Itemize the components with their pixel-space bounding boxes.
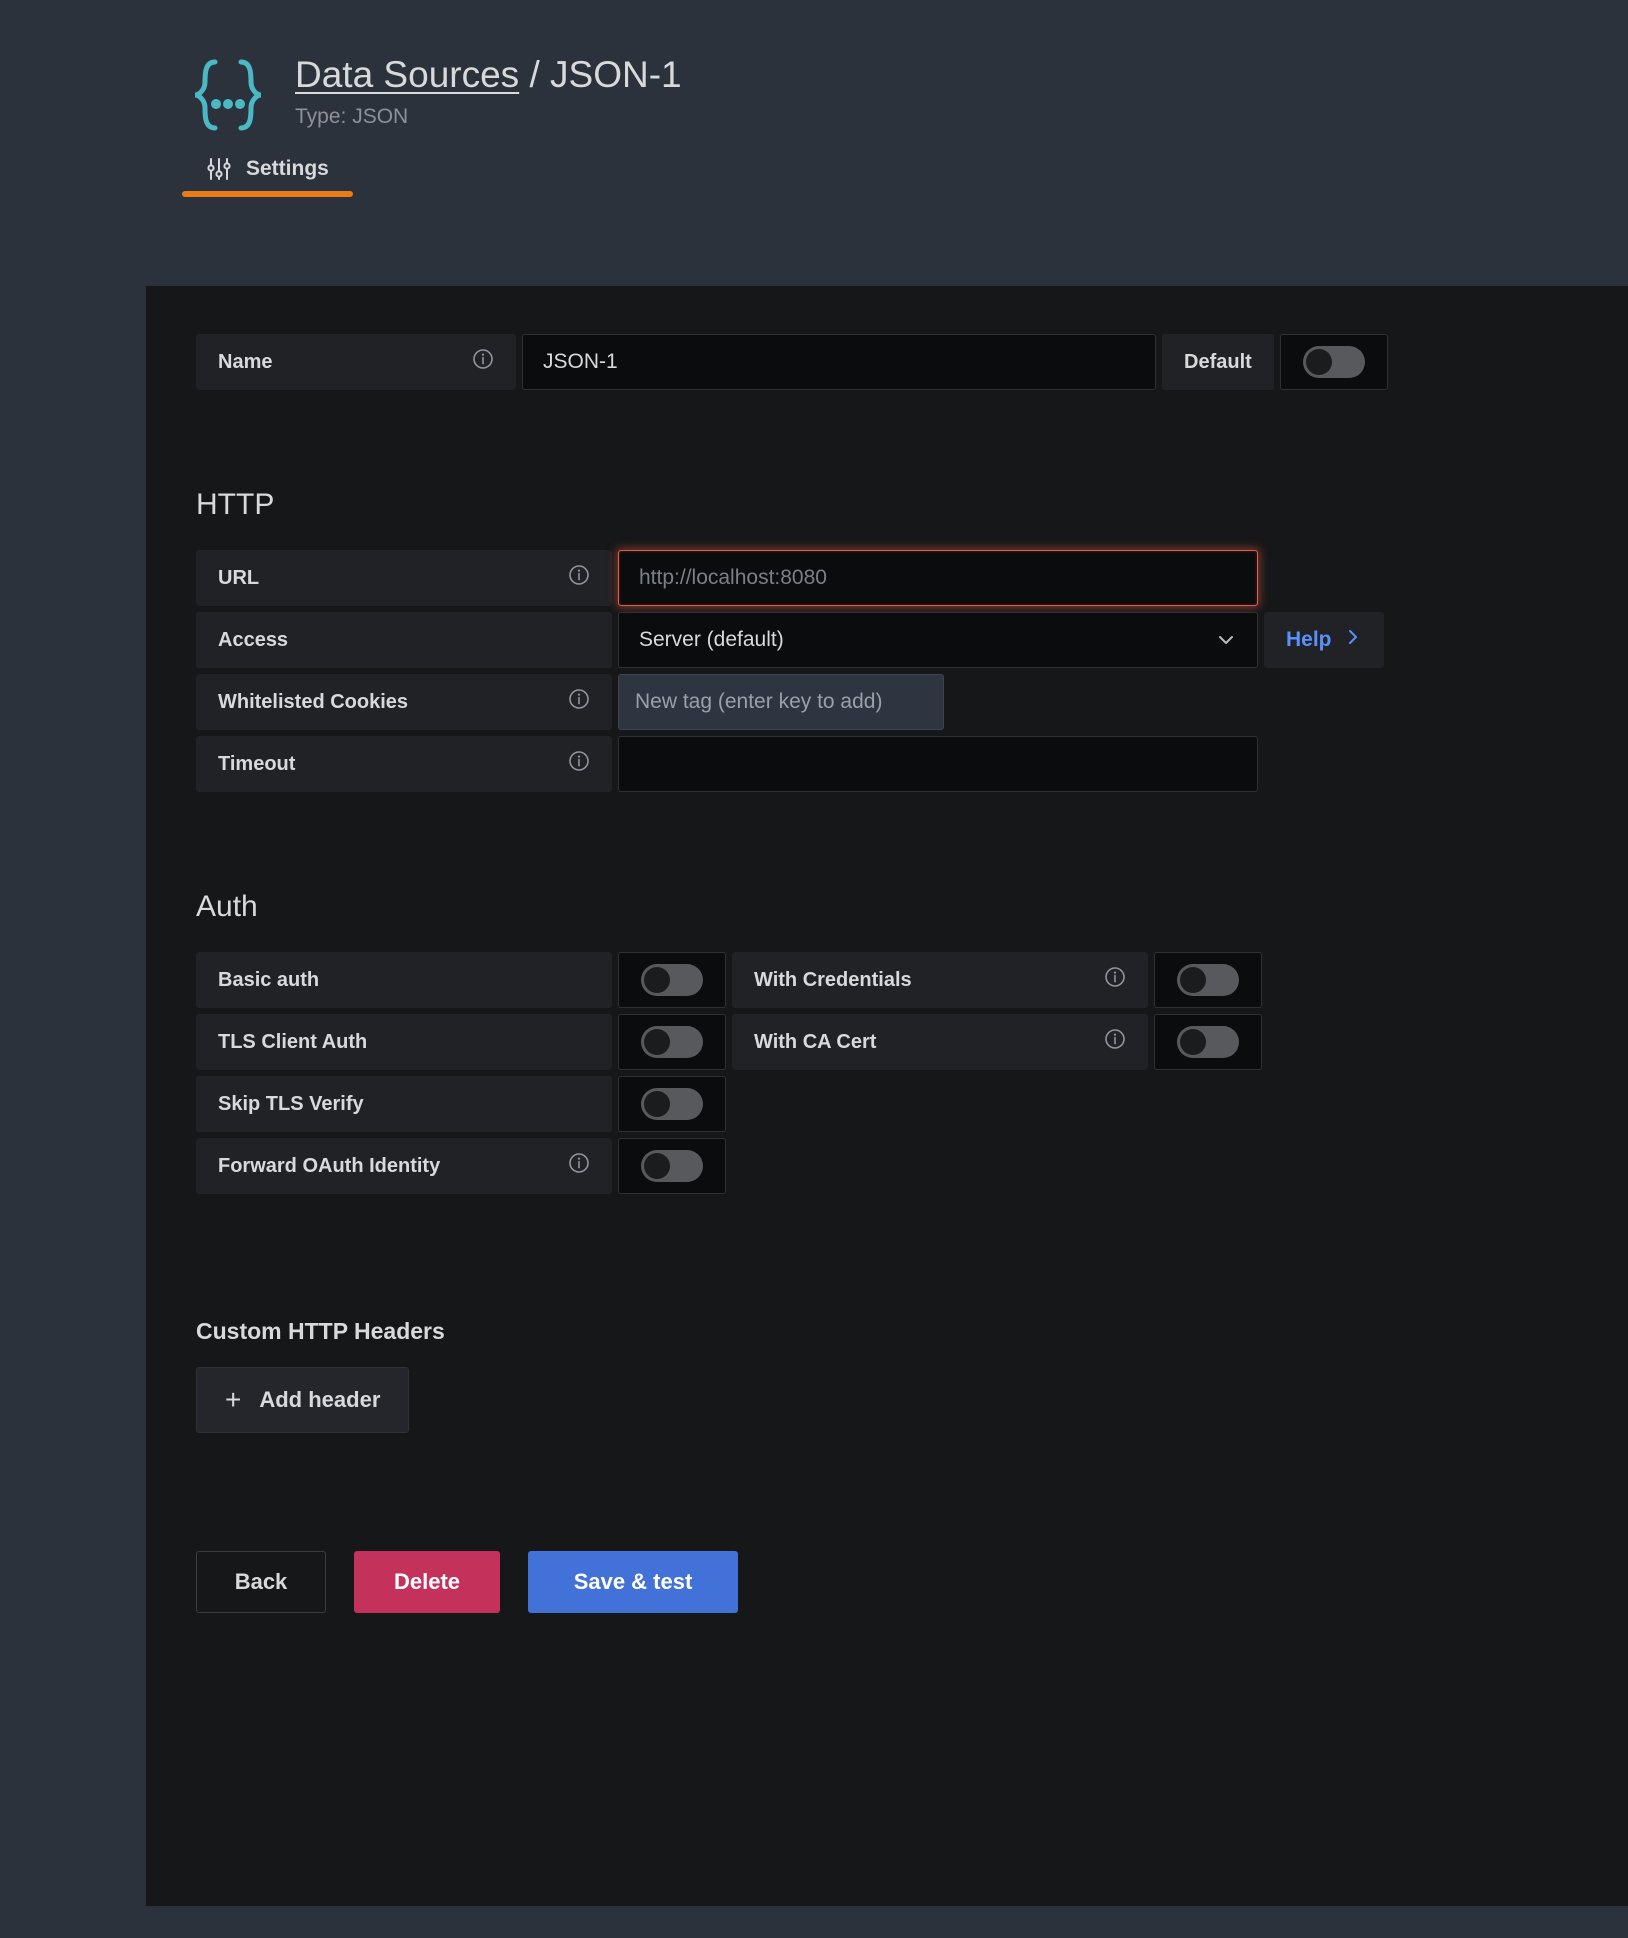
json-braces-icon: [185, 52, 271, 138]
forward-oauth-row: Forward OAuth Identity: [196, 1138, 1628, 1194]
name-label: Name: [196, 334, 516, 390]
form-actions: Back Delete Save & test: [196, 1551, 1628, 1613]
tab-bar: Settings: [0, 140, 1628, 197]
forward-oauth-switch: [641, 1150, 703, 1182]
whitelisted-cookies-tag-input[interactable]: New tag (enter key to add): [618, 674, 944, 730]
with-ca-cert-label: With CA Cert: [732, 1014, 1148, 1070]
with-ca-cert-label-text: With CA Cert: [754, 1030, 877, 1053]
url-label: URL: [196, 550, 612, 606]
default-label: Default: [1162, 334, 1274, 390]
settings-panel: Name JSON-1 Default HTTP URL http://loca…: [146, 286, 1628, 1906]
access-help-label: Help: [1286, 628, 1332, 651]
chevron-down-icon: [1215, 629, 1237, 651]
with-credentials-label: With Credentials: [732, 952, 1148, 1008]
skip-tls-verify-toggle[interactable]: [618, 1076, 726, 1132]
tab-settings[interactable]: Settings: [182, 156, 353, 197]
name-input-value: JSON-1: [543, 350, 618, 373]
datasource-type-subtitle: Type: JSON: [295, 105, 409, 129]
default-switch: [1302, 346, 1365, 378]
breadcrumb-separator: /: [519, 54, 551, 95]
url-input-placeholder: http://localhost:8080: [639, 566, 827, 589]
custom-http-headers-title: Custom HTTP Headers: [196, 1318, 445, 1344]
add-header-label: Add header: [259, 1387, 381, 1412]
timeout-label: Timeout: [196, 736, 612, 792]
basic-auth-switch: [641, 964, 703, 996]
info-circle-icon[interactable]: [568, 564, 590, 592]
breadcrumb-current: JSON-1: [550, 54, 682, 95]
access-select-value: Server (default): [639, 628, 784, 651]
timeout-row: Timeout: [196, 736, 1628, 792]
info-circle-icon[interactable]: [568, 688, 590, 716]
access-row: Access Server (default) Help: [196, 612, 1628, 668]
access-label: Access: [196, 612, 612, 668]
basic-auth-toggle[interactable]: [618, 952, 726, 1008]
whitelisted-cookies-placeholder: New tag (enter key to add): [635, 690, 883, 713]
save-and-test-button-label: Save & test: [573, 1569, 693, 1594]
timeout-label-text: Timeout: [218, 752, 296, 775]
breadcrumb: Data Sources / JSON-1: [295, 54, 682, 95]
add-header-button[interactable]: + Add header: [196, 1367, 410, 1433]
url-label-text: URL: [218, 566, 260, 589]
basic-auth-label: Basic auth: [196, 952, 612, 1008]
with-ca-cert-switch: [1177, 1026, 1239, 1058]
skip-tls-verify-label: Skip TLS Verify: [196, 1076, 612, 1132]
with-credentials-label-text: With Credentials: [754, 968, 912, 991]
access-help-button[interactable]: Help: [1264, 612, 1384, 668]
url-row: URL http://localhost:8080: [196, 550, 1628, 606]
tls-client-auth-label: TLS Client Auth: [196, 1014, 612, 1070]
basic-auth-row: Basic auth With Credentials: [196, 952, 1628, 1008]
info-circle-icon[interactable]: [472, 348, 494, 376]
timeout-input[interactable]: [618, 736, 1258, 792]
save-and-test-button[interactable]: Save & test: [528, 1551, 738, 1613]
info-circle-icon[interactable]: [568, 1152, 590, 1180]
delete-button[interactable]: Delete: [354, 1551, 500, 1613]
with-ca-cert-toggle[interactable]: [1154, 1014, 1262, 1070]
default-toggle[interactable]: [1279, 334, 1388, 390]
auth-section-title: Auth: [196, 890, 258, 923]
access-label-text: Access: [218, 628, 289, 651]
skip-tls-verify-row: Skip TLS Verify: [196, 1076, 1628, 1132]
basic-auth-label-text: Basic auth: [218, 968, 320, 991]
info-circle-icon[interactable]: [1104, 1028, 1126, 1056]
access-select[interactable]: Server (default): [618, 612, 1258, 668]
plus-icon: +: [225, 1384, 242, 1415]
tls-client-auth-switch: [641, 1026, 703, 1058]
with-credentials-switch: [1177, 964, 1239, 996]
whitelisted-cookies-row: Whitelisted Cookies New tag (enter key t…: [196, 674, 1628, 730]
http-section-title: HTTP: [196, 488, 275, 521]
forward-oauth-label: Forward OAuth Identity: [196, 1138, 612, 1194]
whitelisted-cookies-label-text: Whitelisted Cookies: [218, 690, 409, 713]
default-label-text: Default: [1184, 350, 1252, 373]
delete-button-label: Delete: [393, 1569, 461, 1594]
tls-client-auth-toggle[interactable]: [618, 1014, 726, 1070]
name-label-text: Name: [218, 350, 273, 373]
with-credentials-toggle[interactable]: [1154, 952, 1262, 1008]
whitelisted-cookies-label: Whitelisted Cookies: [196, 674, 612, 730]
info-circle-icon[interactable]: [1104, 966, 1126, 994]
header-text: Data Sources / JSON-1 Type: JSON: [295, 50, 682, 129]
name-row: Name JSON-1 Default: [196, 334, 1628, 390]
tab-active-indicator: [182, 191, 353, 197]
back-button[interactable]: Back: [196, 1551, 326, 1613]
chevron-right-icon: [1344, 628, 1362, 652]
page-header: Data Sources / JSON-1 Type: JSON: [0, 0, 1628, 140]
sliders-icon: [206, 156, 232, 182]
tls-client-auth-label-text: TLS Client Auth: [218, 1030, 368, 1053]
name-input[interactable]: JSON-1: [522, 334, 1156, 390]
back-button-label: Back: [234, 1569, 288, 1594]
forward-oauth-toggle[interactable]: [618, 1138, 726, 1194]
url-input[interactable]: http://localhost:8080: [618, 550, 1258, 606]
skip-tls-verify-label-text: Skip TLS Verify: [218, 1092, 364, 1115]
skip-tls-verify-switch: [641, 1088, 703, 1120]
forward-oauth-label-text: Forward OAuth Identity: [218, 1154, 441, 1177]
breadcrumb-link-data-sources[interactable]: Data Sources: [295, 54, 519, 95]
tab-settings-label: Settings: [246, 157, 329, 180]
info-circle-icon[interactable]: [568, 750, 590, 778]
tls-client-auth-row: TLS Client Auth With CA Cert: [196, 1014, 1628, 1070]
